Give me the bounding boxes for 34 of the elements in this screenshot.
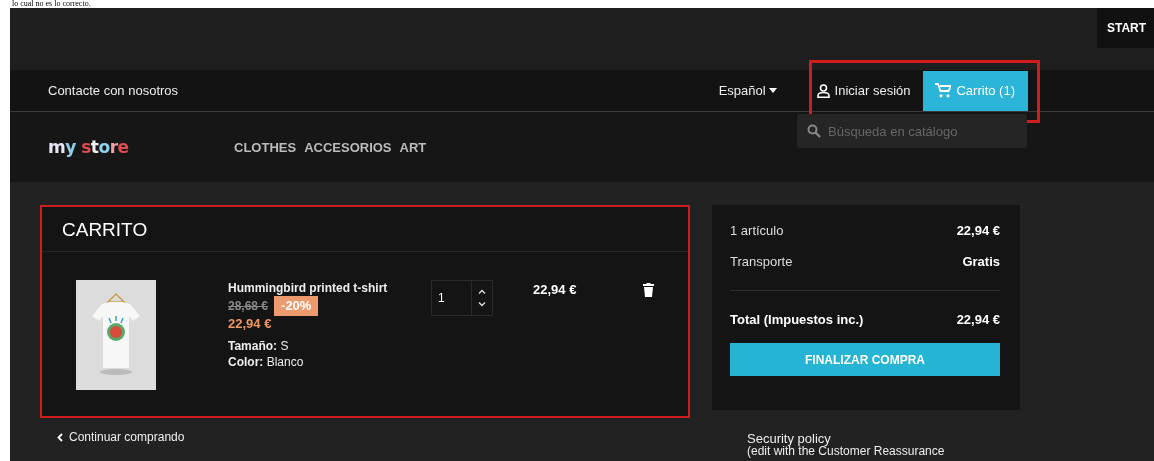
cart-title: CARRITO xyxy=(42,207,688,252)
start-button[interactable]: START xyxy=(1097,8,1154,48)
product-attribute: Color: Blanco xyxy=(228,354,305,370)
discount-badge: -20% xyxy=(274,296,319,316)
product-price: 22,94 € xyxy=(228,316,273,332)
old-price: 28,68 € xyxy=(228,298,269,314)
store-logo[interactable]: my store xyxy=(48,137,168,157)
caption-text: lo cual no es lo correcto. xyxy=(11,0,92,8)
increase-icon[interactable] xyxy=(478,289,486,294)
summary-value: 22,94 € xyxy=(956,223,1000,239)
product-attribute: Tamaño: S xyxy=(228,338,290,354)
reassurance-title: Security policy xyxy=(747,432,831,445)
user-icon xyxy=(816,83,830,98)
chevron-left-icon xyxy=(57,432,63,442)
decrease-icon[interactable] xyxy=(478,302,486,307)
line-total: 22,94 € xyxy=(533,281,578,297)
cart-icon xyxy=(935,83,952,98)
language-dropdown[interactable]: Español xyxy=(718,83,777,98)
trash-icon[interactable] xyxy=(643,283,654,297)
menu-link[interactable]: CLOTHES xyxy=(234,139,297,155)
login-link[interactable]: Iniciar sesión xyxy=(816,83,911,98)
summary-label: Transporte xyxy=(730,254,793,270)
summary-value: Gratis xyxy=(962,254,1000,270)
caret-icon xyxy=(768,88,777,93)
menu-link[interactable]: ACCESORIOS xyxy=(304,139,392,155)
contact-link[interactable]: Contacte con nosotros xyxy=(48,83,179,98)
summary-label: 1 artículo xyxy=(730,223,784,239)
menu-link[interactable]: ART xyxy=(399,139,427,155)
total-value: 22,94 € xyxy=(956,312,1000,328)
total-label: Total (Impuestos inc.) xyxy=(730,312,864,328)
continue-shopping-link[interactable]: Continuar comprando xyxy=(57,430,690,444)
search-field[interactable]: Búsqueda en catálogo xyxy=(797,114,1027,148)
reassurance-text: (edit with the Customer Reassurance xyxy=(747,445,946,458)
product-link[interactable]: Hummingbird printed t-shirt xyxy=(228,280,428,296)
